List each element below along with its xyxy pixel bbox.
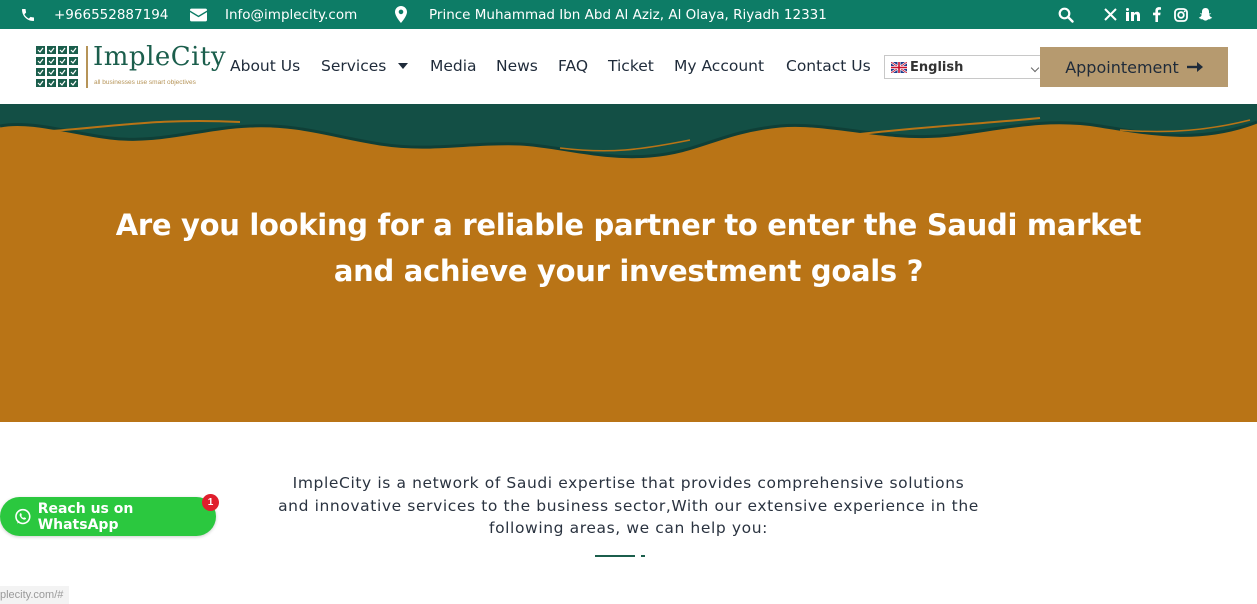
nav-my-account[interactable]: My Account bbox=[674, 57, 764, 75]
search-icon bbox=[1058, 7, 1074, 23]
phone-icon bbox=[20, 7, 36, 23]
top-bar: +966552887194 Info@implecity.com Prince … bbox=[0, 0, 1257, 29]
chevron-down-icon bbox=[1030, 63, 1040, 73]
hero-heading-line1: Are you looking for a reliable partner t… bbox=[115, 208, 1142, 242]
status-bar-url: plecity.com/# bbox=[0, 586, 70, 604]
language-select[interactable]: English bbox=[884, 55, 1047, 79]
logo[interactable]: ImpleCity all businesses use smart objec… bbox=[36, 42, 226, 92]
logo-name: ImpleCity bbox=[93, 42, 227, 72]
envelope-icon bbox=[190, 8, 207, 22]
linkedin-icon bbox=[1126, 8, 1140, 21]
notification-badge: 1 bbox=[202, 494, 219, 511]
address-text: Prince Muhammad Ibn Abd Al Aziz, Al Olay… bbox=[429, 6, 827, 23]
uk-flag-icon bbox=[891, 61, 907, 73]
x-icon bbox=[1104, 8, 1117, 21]
snapchat-icon bbox=[1198, 7, 1213, 22]
phone-contact[interactable]: +966552887194 bbox=[20, 0, 168, 29]
nav-services[interactable]: Services bbox=[321, 57, 386, 75]
intro-line2: and innovative services to the business … bbox=[278, 496, 979, 515]
hero-heading: Are you looking for a reliable partner t… bbox=[0, 202, 1257, 294]
hero-heading-line2: and achieve your investment goals ? bbox=[333, 254, 924, 288]
intro-line1: ImpleCity is a network of Saudi expertis… bbox=[292, 474, 965, 492]
facebook-icon bbox=[1152, 7, 1161, 22]
address-contact[interactable]: Prince Muhammad Ibn Abd Al Aziz, Al Olay… bbox=[395, 0, 827, 29]
hero-section: Are you looking for a reliable partner t… bbox=[0, 104, 1257, 422]
chevron-down-icon[interactable] bbox=[398, 63, 408, 69]
intro-line3: following areas, we can help you: bbox=[489, 519, 768, 537]
phone-number: +966552887194 bbox=[54, 6, 169, 23]
whatsapp-label: Reach us on WhatsApp bbox=[37, 500, 134, 533]
nav-news[interactable]: News bbox=[496, 57, 538, 75]
appointment-label: Appointement bbox=[1065, 57, 1179, 77]
nav-ticket[interactable]: Ticket bbox=[608, 57, 654, 75]
x-link[interactable] bbox=[1104, 0, 1117, 29]
email-address: Info@implecity.com bbox=[225, 6, 358, 23]
intro-text: ImpleCity is a network of Saudi expertis… bbox=[200, 472, 1057, 540]
nav-media[interactable]: Media bbox=[430, 57, 477, 75]
nav-contact-us[interactable]: Contact Us bbox=[786, 57, 871, 75]
facebook-link[interactable] bbox=[1152, 0, 1161, 29]
linkedin-link[interactable] bbox=[1126, 0, 1140, 29]
whatsapp-icon bbox=[15, 508, 31, 524]
map-pin-icon bbox=[395, 6, 407, 23]
email-contact[interactable]: Info@implecity.com bbox=[190, 0, 357, 29]
language-label: English bbox=[910, 59, 964, 75]
logo-divider bbox=[86, 46, 88, 88]
section-divider bbox=[595, 555, 635, 557]
snapchat-link[interactable] bbox=[1198, 0, 1213, 29]
nav-faq[interactable]: FAQ bbox=[558, 57, 588, 75]
appointment-button[interactable]: Appointement bbox=[1040, 47, 1228, 87]
whatsapp-button[interactable]: Reach us on WhatsApp 1 bbox=[0, 494, 219, 536]
main-header: ImpleCity all businesses use smart objec… bbox=[20, 29, 1228, 104]
section-divider-dot bbox=[641, 555, 645, 557]
nav-about-us[interactable]: About Us bbox=[230, 57, 300, 75]
search-button[interactable] bbox=[1058, 0, 1074, 29]
instagram-link[interactable] bbox=[1174, 0, 1188, 29]
arrow-right-icon bbox=[1186, 62, 1203, 72]
page: +966552887194 Info@implecity.com Prince … bbox=[0, 0, 1257, 604]
logo-grid-icon bbox=[36, 46, 78, 87]
wave-decoration bbox=[0, 104, 1257, 159]
logo-tagline: all businesses use smart objectives bbox=[94, 79, 196, 86]
instagram-icon bbox=[1174, 7, 1188, 22]
